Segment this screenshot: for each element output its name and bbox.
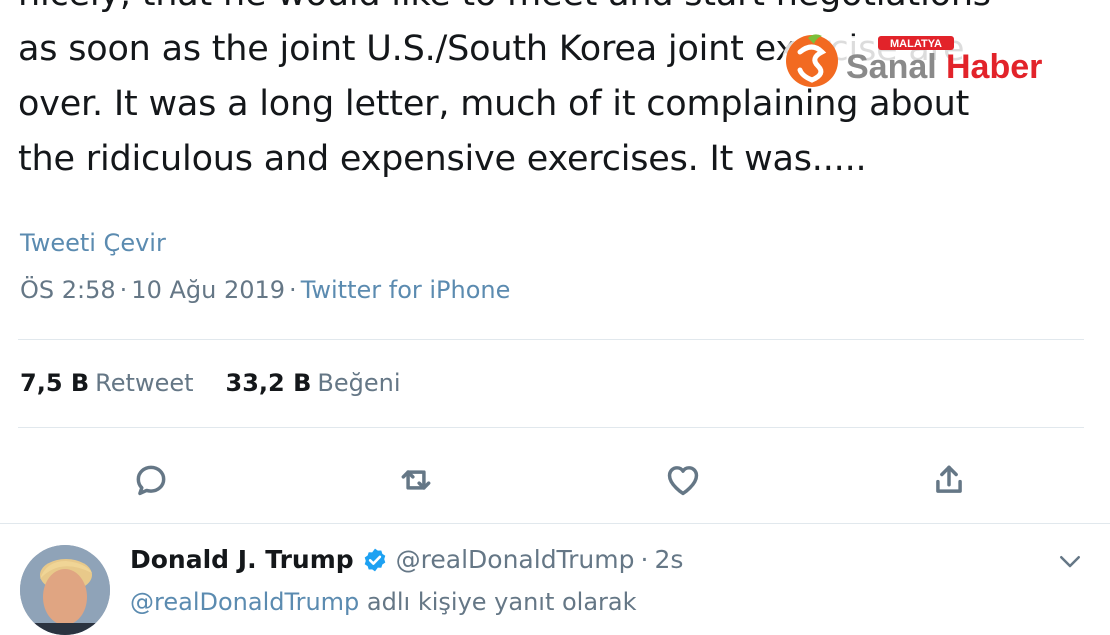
replying-to-mention[interactable]: @realDonaldTrump	[130, 588, 359, 616]
share-icon	[936, 465, 962, 493]
likes-count: 33,2 B	[225, 369, 312, 397]
likes-stat[interactable]: 33,2 B Beğeni	[226, 369, 401, 397]
reply-icon	[136, 465, 166, 496]
avatar[interactable]	[20, 545, 110, 635]
retweets-stat[interactable]: 7,5 B Retweet	[20, 369, 194, 397]
reply-button[interactable]	[127, 456, 175, 504]
tweet-date[interactable]: 10 Ağu 2019	[131, 276, 285, 304]
retweet-button[interactable]	[392, 456, 440, 504]
likes-label: Beğeni	[317, 369, 401, 397]
tweet-line: nicely, that he would like to meet and s…	[18, 0, 1098, 22]
translate-tweet-link[interactable]: Tweeti Çevir	[20, 229, 166, 257]
share-button[interactable]	[925, 456, 973, 504]
logo-brand-part1: Sanal	[846, 48, 937, 86]
like-button[interactable]	[659, 456, 707, 504]
verified-badge-icon	[364, 548, 385, 571]
divider	[18, 427, 1084, 428]
meta-separator: ·	[119, 276, 128, 304]
tweet-stats: 7,5 B Retweet 33,2 B Beğeni	[20, 369, 401, 397]
sanalhaber-logo: MALATYA Sanal Haber	[778, 30, 1090, 92]
reply-separator: ·	[640, 545, 649, 574]
divider	[0, 523, 1110, 524]
tweet-line: the ridiculous and expensive exercises. …	[18, 139, 867, 179]
reply-header: Donald J. Trump @realDonaldTrump · 2s	[130, 545, 683, 574]
retweet-icon	[401, 470, 431, 490]
tweet-time[interactable]: ÖS 2:58	[20, 276, 116, 304]
meta-separator: ·	[289, 276, 297, 304]
retweets-count: 7,5 B	[20, 369, 90, 397]
divider	[18, 339, 1084, 340]
tweet-actions	[0, 456, 1110, 506]
tweet-text: nicely, that he would like to meet and s…	[18, 0, 1098, 187]
retweets-label: Retweet	[95, 369, 194, 397]
logo-brand-part2: Haber	[946, 48, 1042, 86]
tweet-source[interactable]: Twitter for iPhone	[301, 276, 511, 304]
replying-to: @realDonaldTrump adlı kişiye yanıt olara…	[130, 588, 637, 616]
replying-to-text: adlı kişiye yanıt olarak	[359, 588, 637, 616]
reply-time[interactable]: 2s	[654, 545, 683, 574]
reply-author-handle[interactable]: @realDonaldTrump	[396, 545, 635, 574]
tweet-meta: ÖS 2:58 · 10 Ağu 2019 · Twitter for iPhone	[20, 276, 510, 304]
reply-author-name[interactable]: Donald J. Trump	[130, 545, 354, 574]
like-icon	[667, 466, 699, 496]
chevron-down-icon[interactable]	[1055, 546, 1085, 576]
